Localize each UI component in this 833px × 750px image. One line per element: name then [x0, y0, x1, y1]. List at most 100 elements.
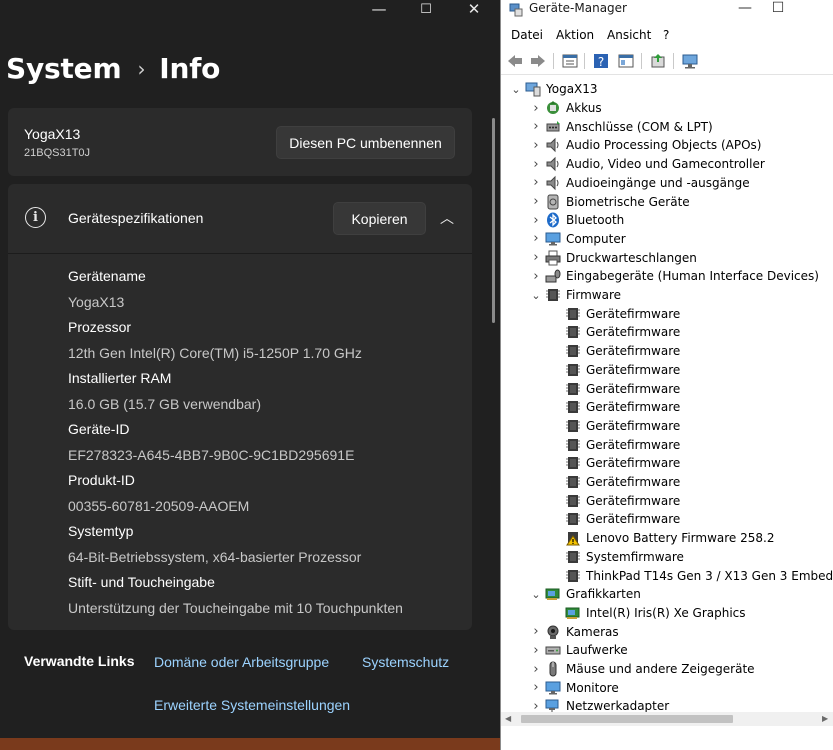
copy-button[interactable]: Kopieren	[333, 202, 426, 235]
maximize-button[interactable]: ☐	[402, 0, 450, 18]
chevron-down-icon[interactable]: ⌄	[511, 83, 521, 96]
tree-device[interactable]: Gerätefirmware	[551, 510, 680, 529]
chevron-right-icon[interactable]: ›	[531, 624, 541, 639]
tree-category[interactable]: › Laufwerke	[531, 641, 627, 660]
tree-category[interactable]: › Computer	[531, 230, 626, 249]
tree-category[interactable]: › Biometrische Geräte	[531, 192, 690, 211]
tree-category[interactable]: ⌄ Firmware	[531, 286, 621, 305]
forward-arrow-icon[interactable]	[529, 52, 547, 70]
tree-device[interactable]: Gerätefirmware	[551, 304, 680, 323]
tree-category[interactable]: › Audio Processing Objects (APOs)	[531, 136, 761, 155]
device-specs-header[interactable]: i Gerätespezifikationen Kopieren ︿	[8, 184, 472, 254]
chevron-right-icon[interactable]: ›	[531, 269, 541, 284]
dm-minimize-button[interactable]: —	[728, 0, 762, 16]
display-adapter-icon	[545, 586, 561, 602]
view-icon[interactable]	[617, 52, 635, 70]
menu-help[interactable]: ?	[663, 28, 669, 42]
related-links-title: Verwandte Links	[24, 653, 135, 669]
scrollbar[interactable]	[492, 118, 495, 323]
tree-category[interactable]: › Akkus	[531, 99, 601, 118]
chevron-down-icon[interactable]: ⌄	[531, 588, 541, 601]
tree-label: YogaX13	[546, 82, 598, 97]
link-advanced-settings[interactable]: Erweiterte Systemeinstellungen	[154, 697, 350, 713]
tree-category[interactable]: › Anschlüsse (COM & LPT)	[531, 117, 712, 136]
menu-view[interactable]: Ansicht	[607, 28, 651, 42]
tree-category[interactable]: › Eingabegeräte (Human Interface Devices)	[531, 267, 819, 286]
help-icon[interactable]: ?	[592, 52, 610, 70]
tree-label: Gerätefirmware	[586, 456, 681, 471]
close-button[interactable]: ✕	[450, 0, 498, 18]
tree-label: Audio, Video und Gamecontroller	[566, 157, 765, 172]
related-links: Verwandte Links Domäne oder Arbeitsgrupp…	[0, 633, 500, 738]
menu-file[interactable]: Datei	[511, 28, 543, 42]
chevron-right-icon[interactable]: ›	[531, 175, 541, 190]
link-system-protection[interactable]: Systemschutz	[362, 654, 449, 670]
tree-device[interactable]: Lenovo Battery Firmware 258.2	[551, 529, 774, 548]
tree-device[interactable]: Gerätefirmware	[551, 454, 680, 473]
tree-device[interactable]: Gerätefirmware	[551, 398, 680, 417]
tree-device[interactable]: Gerätefirmware	[551, 323, 680, 342]
chevron-right-icon[interactable]: ›	[531, 643, 541, 658]
tree-category[interactable]: › Bluetooth	[531, 211, 624, 230]
spec-label: Prozessor	[68, 319, 132, 335]
tree-label: Audioeingänge und -ausgänge	[566, 175, 750, 190]
info-icon: i	[25, 207, 46, 228]
chevron-right-icon[interactable]: ›	[531, 680, 541, 695]
spec-label: Stift- und Toucheingabe	[68, 574, 215, 590]
chevron-right-icon[interactable]: ›	[531, 662, 541, 677]
tree-device[interactable]: Gerätefirmware	[551, 361, 680, 380]
chip-icon	[565, 474, 581, 490]
menu-action[interactable]: Aktion	[556, 28, 594, 42]
chevron-right-icon[interactable]: ›	[531, 213, 541, 228]
tree-label: Lenovo Battery Firmware 258.2	[586, 531, 775, 546]
tree-label: Gerätefirmware	[586, 493, 681, 508]
chevron-right-icon[interactable]: ›	[531, 119, 541, 134]
device-manager-window: Geräte-Manager — ☐ Datei Aktion Ansicht …	[500, 0, 833, 750]
chevron-right-icon[interactable]: ›	[531, 157, 541, 172]
tree-category[interactable]: › Audioeingänge und -ausgänge	[531, 174, 750, 193]
chevron-right-icon[interactable]: ›	[531, 138, 541, 153]
minimize-button[interactable]: —	[355, 0, 403, 18]
scrollbar-thumb[interactable]	[521, 715, 733, 723]
mouse-icon	[545, 661, 561, 677]
tree-device[interactable]: Gerätefirmware	[551, 342, 680, 361]
tree-label: Computer	[566, 231, 626, 246]
tree-device[interactable]: Gerätefirmware	[551, 379, 680, 398]
tree-label: Systemfirmware	[586, 549, 684, 564]
scan-hardware-icon[interactable]	[681, 52, 699, 70]
tree-category[interactable]: › Monitore	[531, 678, 618, 697]
device-model: 21BQS31T0J	[24, 147, 91, 159]
tree-device[interactable]: Gerätefirmware	[551, 435, 680, 454]
chevron-right-icon[interactable]: ›	[531, 101, 541, 116]
tree-root[interactable]: ⌄ YogaX13	[511, 80, 598, 99]
tree-device[interactable]: ThinkPad T14s Gen 3 / X13 Gen 3 Embedded…	[551, 566, 833, 585]
tree-device[interactable]: Intel(R) Iris(R) Xe Graphics	[551, 604, 746, 623]
tree-device[interactable]: Gerätefirmware	[551, 417, 680, 436]
chevron-right-icon[interactable]: ›	[531, 231, 541, 246]
tree-category[interactable]: › Audio, Video und Gamecontroller	[531, 155, 765, 174]
chevron-up-icon[interactable]: ︿	[440, 208, 454, 228]
scroll-right-icon[interactable]: ▶	[822, 714, 828, 723]
horizontal-scrollbar[interactable]: ◀ ▶	[501, 712, 833, 726]
back-arrow-icon[interactable]	[506, 52, 524, 70]
rename-pc-button[interactable]: Diesen PC umbenennen	[276, 126, 455, 159]
scroll-left-icon[interactable]: ◀	[505, 714, 511, 723]
breadcrumb-parent[interactable]: System	[6, 52, 122, 85]
chevron-right-icon[interactable]: ›	[531, 194, 541, 209]
tree-category[interactable]: › Druckwarteschlangen	[531, 248, 697, 267]
tree-category[interactable]: ⌄ Grafikkarten	[531, 585, 640, 604]
tree-label: Bluetooth	[566, 213, 625, 228]
chevron-right-icon[interactable]: ›	[531, 250, 541, 265]
properties-icon[interactable]	[561, 52, 579, 70]
tree-device[interactable]: Systemfirmware	[551, 548, 684, 567]
tree-category[interactable]: › Mäuse und andere Zeigegeräte	[531, 660, 755, 679]
dm-maximize-button[interactable]: ☐	[761, 0, 795, 16]
update-driver-icon[interactable]	[649, 52, 667, 70]
spec-label: Produkt-ID	[68, 472, 135, 488]
chevron-down-icon[interactable]: ⌄	[531, 289, 541, 302]
tree-device[interactable]: Gerätefirmware	[551, 491, 680, 510]
tree-label: Eingabegeräte (Human Interface Devices)	[566, 269, 819, 284]
link-domain-workgroup[interactable]: Domäne oder Arbeitsgruppe	[154, 654, 329, 670]
tree-category[interactable]: › Kameras	[531, 622, 618, 641]
tree-device[interactable]: Gerätefirmware	[551, 473, 680, 492]
